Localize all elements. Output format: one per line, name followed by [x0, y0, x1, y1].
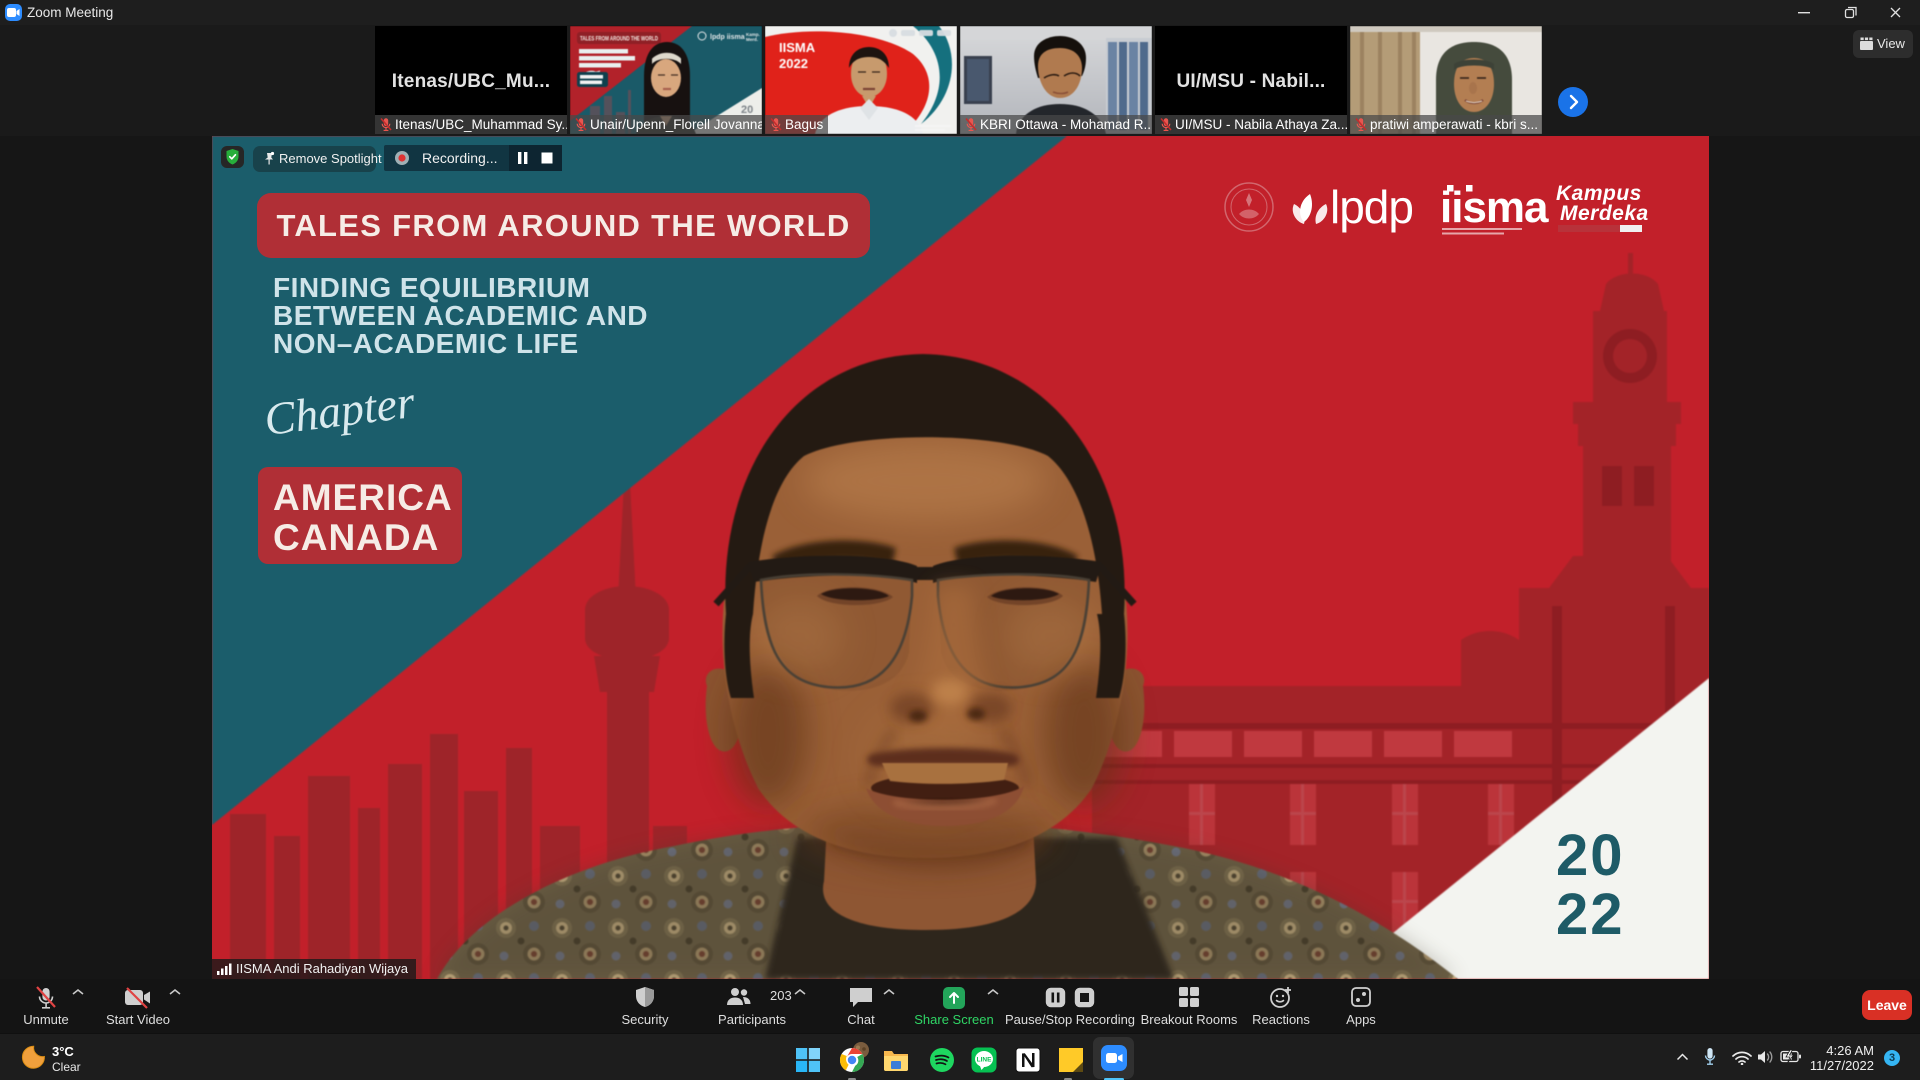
svg-text:TALES FROM AROUND THE WORLD: TALES FROM AROUND THE WORLD	[580, 36, 658, 43]
svg-text:IISMA: IISMA	[779, 40, 816, 55]
svg-text:iisma: iisma	[1440, 183, 1549, 232]
svg-text:lpdp iisma: lpdp iisma	[710, 34, 745, 41]
svg-text:lpdp: lpdp	[1330, 181, 1413, 233]
svg-text:2022: 2022	[779, 56, 808, 71]
svg-text:Merdeka: Merdeka	[1560, 202, 1649, 225]
svg-text:LINE: LINE	[977, 1057, 992, 1064]
svg-text:Merd.: Merd.	[746, 37, 758, 42]
